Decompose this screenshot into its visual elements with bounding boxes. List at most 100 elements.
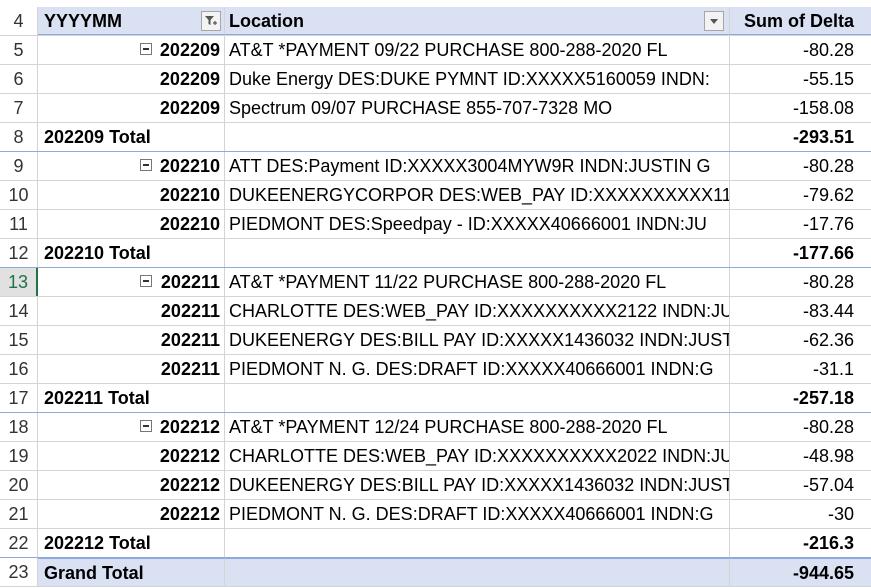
sum-of-delta-cell[interactable]: -17.76 bbox=[730, 210, 871, 238]
yyyymm-value: 202212 bbox=[159, 446, 220, 466]
location-cell[interactable]: Spectrum 09/07 PURCHASE 855-707-7328 MO bbox=[225, 94, 730, 122]
row-number[interactable]: 13 bbox=[0, 268, 38, 296]
sum-of-delta-cell[interactable]: -31.1 bbox=[730, 355, 871, 383]
location-cell[interactable]: DUKEENERGY DES:BILL PAY ID:XXXXX1436032 … bbox=[225, 326, 730, 354]
sum-of-delta-cell[interactable]: -944.65 bbox=[730, 558, 871, 586]
row-number[interactable]: 23 bbox=[0, 558, 38, 586]
row-number[interactable]: 4 bbox=[0, 7, 38, 35]
row-number[interactable]: 5 bbox=[0, 36, 38, 64]
sum-of-delta-cell[interactable]: -79.62 bbox=[730, 181, 871, 209]
row-number[interactable]: 18 bbox=[0, 413, 38, 441]
location-cell[interactable]: PIEDMONT N. G. DES:DRAFT ID:XXXXX4066600… bbox=[225, 355, 730, 383]
sum-of-delta-cell[interactable]: -177.66 bbox=[730, 239, 871, 267]
empty-location-cell[interactable] bbox=[225, 384, 730, 412]
yyyymm-value: 202211 bbox=[160, 272, 220, 292]
subtotal-row: 8 202209 Total -293.51 bbox=[0, 123, 871, 152]
yyyymm-cell[interactable]: 202212 bbox=[38, 471, 225, 499]
sum-of-delta-cell[interactable]: -293.51 bbox=[730, 123, 871, 151]
row-number[interactable]: 12 bbox=[0, 239, 38, 267]
pivot-header-row: 4 YYYYMM Location Sum of Delta bbox=[0, 7, 871, 36]
yyyymm-cell[interactable]: 202210 bbox=[38, 181, 225, 209]
sum-of-delta-cell[interactable]: -80.28 bbox=[730, 268, 871, 296]
yyyymm-cell[interactable]: 202212 bbox=[38, 442, 225, 470]
collapse-minus-icon[interactable] bbox=[140, 420, 152, 432]
sum-of-delta-cell[interactable]: -80.28 bbox=[730, 36, 871, 64]
row-number[interactable]: 20 bbox=[0, 471, 38, 499]
sum-of-delta-cell[interactable]: -80.28 bbox=[730, 413, 871, 441]
table-row: 14 202211 CHARLOTTE DES:WEB_PAY ID:XXXXXXX… bbox=[0, 297, 871, 326]
table-row: 13 202211 AT&T *PAYMENT 11/22 PURCHASE 800… bbox=[0, 268, 871, 297]
row-number[interactable]: 14 bbox=[0, 297, 38, 325]
yyyymm-value: 202210 bbox=[159, 156, 220, 176]
row-number[interactable]: 22 bbox=[0, 529, 38, 557]
location-cell[interactable]: AT&T *PAYMENT 09/22 PURCHASE 800-288-202… bbox=[225, 36, 730, 64]
location-cell[interactable]: DUKEENERGY DES:BILL PAY ID:XXXXX1436032 … bbox=[225, 471, 730, 499]
sum-of-delta-cell[interactable]: -30 bbox=[730, 500, 871, 528]
sum-of-delta-cell[interactable]: -48.98 bbox=[730, 442, 871, 470]
sum-of-delta-cell[interactable]: -62.36 bbox=[730, 326, 871, 354]
yyyymm-cell[interactable]: 202210 bbox=[38, 152, 225, 180]
sum-of-delta-cell[interactable]: -83.44 bbox=[730, 297, 871, 325]
row-number[interactable]: 8 bbox=[0, 123, 38, 151]
location-cell[interactable]: AT&T *PAYMENT 11/22 PURCHASE 800-288-202… bbox=[225, 268, 730, 296]
yyyymm-cell[interactable]: 202212 bbox=[38, 500, 225, 528]
empty-location-cell[interactable] bbox=[225, 123, 730, 151]
row-number[interactable]: 15 bbox=[0, 326, 38, 354]
empty-location-cell[interactable] bbox=[225, 558, 730, 586]
location-cell[interactable]: PIEDMONT DES:Speedpay - ID:XXXXX40666001… bbox=[225, 210, 730, 238]
total-label-cell[interactable]: 202212 Total bbox=[38, 529, 225, 557]
row-number[interactable]: 7 bbox=[0, 94, 38, 122]
collapse-minus-icon[interactable] bbox=[140, 275, 152, 287]
yyyymm-cell[interactable]: 202210 bbox=[38, 210, 225, 238]
yyyymm-cell[interactable]: 202211 bbox=[38, 297, 225, 325]
row-number[interactable]: 6 bbox=[0, 65, 38, 93]
sum-of-delta-cell[interactable]: -55.15 bbox=[730, 65, 871, 93]
dropdown-arrow-icon[interactable] bbox=[704, 11, 724, 31]
collapse-minus-icon[interactable] bbox=[140, 43, 152, 55]
row-number[interactable]: 10 bbox=[0, 181, 38, 209]
yyyymm-cell[interactable]: 202209 bbox=[38, 94, 225, 122]
yyyymm-value: 202212 bbox=[159, 475, 220, 495]
grand-total-row: 23 Grand Total -944.65 bbox=[0, 558, 871, 587]
header-yyyymm[interactable]: YYYYMM bbox=[38, 7, 225, 35]
location-cell[interactable]: CHARLOTTE DES:WEB_PAY ID:XXXXXXXXXX2122 … bbox=[225, 297, 730, 325]
row-number[interactable]: 16 bbox=[0, 355, 38, 383]
location-cell[interactable]: Duke Energy DES:DUKE PYMNT ID:XXXXX51600… bbox=[225, 65, 730, 93]
yyyymm-value: 202212 bbox=[159, 417, 220, 437]
table-row: 15 202211 DUKEENERGY DES:BILL PAY ID:XXXXX… bbox=[0, 326, 871, 355]
header-sum-of-delta[interactable]: Sum of Delta bbox=[730, 7, 871, 35]
total-label-cell[interactable]: 202211 Total bbox=[38, 384, 225, 412]
location-cell[interactable]: CHARLOTTE DES:WEB_PAY ID:XXXXXXXXXX2022 … bbox=[225, 442, 730, 470]
table-row: 18 202212 AT&T *PAYMENT 12/24 PURCHASE 800… bbox=[0, 413, 871, 442]
collapse-minus-icon[interactable] bbox=[140, 159, 152, 171]
total-label-cell[interactable]: Grand Total bbox=[38, 558, 225, 586]
yyyymm-cell[interactable]: 202211 bbox=[38, 326, 225, 354]
location-cell[interactable]: ATT DES:Payment ID:XXXXX3004MYW9R INDN:J… bbox=[225, 152, 730, 180]
sum-of-delta-cell[interactable]: -80.28 bbox=[730, 152, 871, 180]
sum-of-delta-cell[interactable]: -57.04 bbox=[730, 471, 871, 499]
row-number[interactable]: 17 bbox=[0, 384, 38, 412]
header-location-label: Location bbox=[229, 11, 304, 31]
filter-funnel-icon[interactable] bbox=[201, 11, 221, 31]
yyyymm-cell[interactable]: 202211 bbox=[38, 268, 225, 296]
yyyymm-value: 202210 bbox=[159, 214, 220, 234]
total-label-cell[interactable]: 202209 Total bbox=[38, 123, 225, 151]
empty-location-cell[interactable] bbox=[225, 529, 730, 557]
total-label-cell[interactable]: 202210 Total bbox=[38, 239, 225, 267]
location-cell[interactable]: PIEDMONT N. G. DES:DRAFT ID:XXXXX4066600… bbox=[225, 500, 730, 528]
yyyymm-cell[interactable]: 202212 bbox=[38, 413, 225, 441]
sum-of-delta-cell[interactable]: -216.3 bbox=[730, 529, 871, 557]
sum-of-delta-cell[interactable]: -158.08 bbox=[730, 94, 871, 122]
row-number[interactable]: 19 bbox=[0, 442, 38, 470]
location-cell[interactable]: DUKEENERGYCORPOR DES:WEB_PAY ID:XXXXXXXX… bbox=[225, 181, 730, 209]
yyyymm-cell[interactable]: 202209 bbox=[38, 36, 225, 64]
location-cell[interactable]: AT&T *PAYMENT 12/24 PURCHASE 800-288-202… bbox=[225, 413, 730, 441]
empty-location-cell[interactable] bbox=[225, 239, 730, 267]
yyyymm-cell[interactable]: 202209 bbox=[38, 65, 225, 93]
row-number[interactable]: 9 bbox=[0, 152, 38, 180]
row-number[interactable]: 11 bbox=[0, 210, 38, 238]
header-location[interactable]: Location bbox=[225, 7, 730, 35]
row-number[interactable]: 21 bbox=[0, 500, 38, 528]
sum-of-delta-cell[interactable]: -257.18 bbox=[730, 384, 871, 412]
yyyymm-cell[interactable]: 202211 bbox=[38, 355, 225, 383]
